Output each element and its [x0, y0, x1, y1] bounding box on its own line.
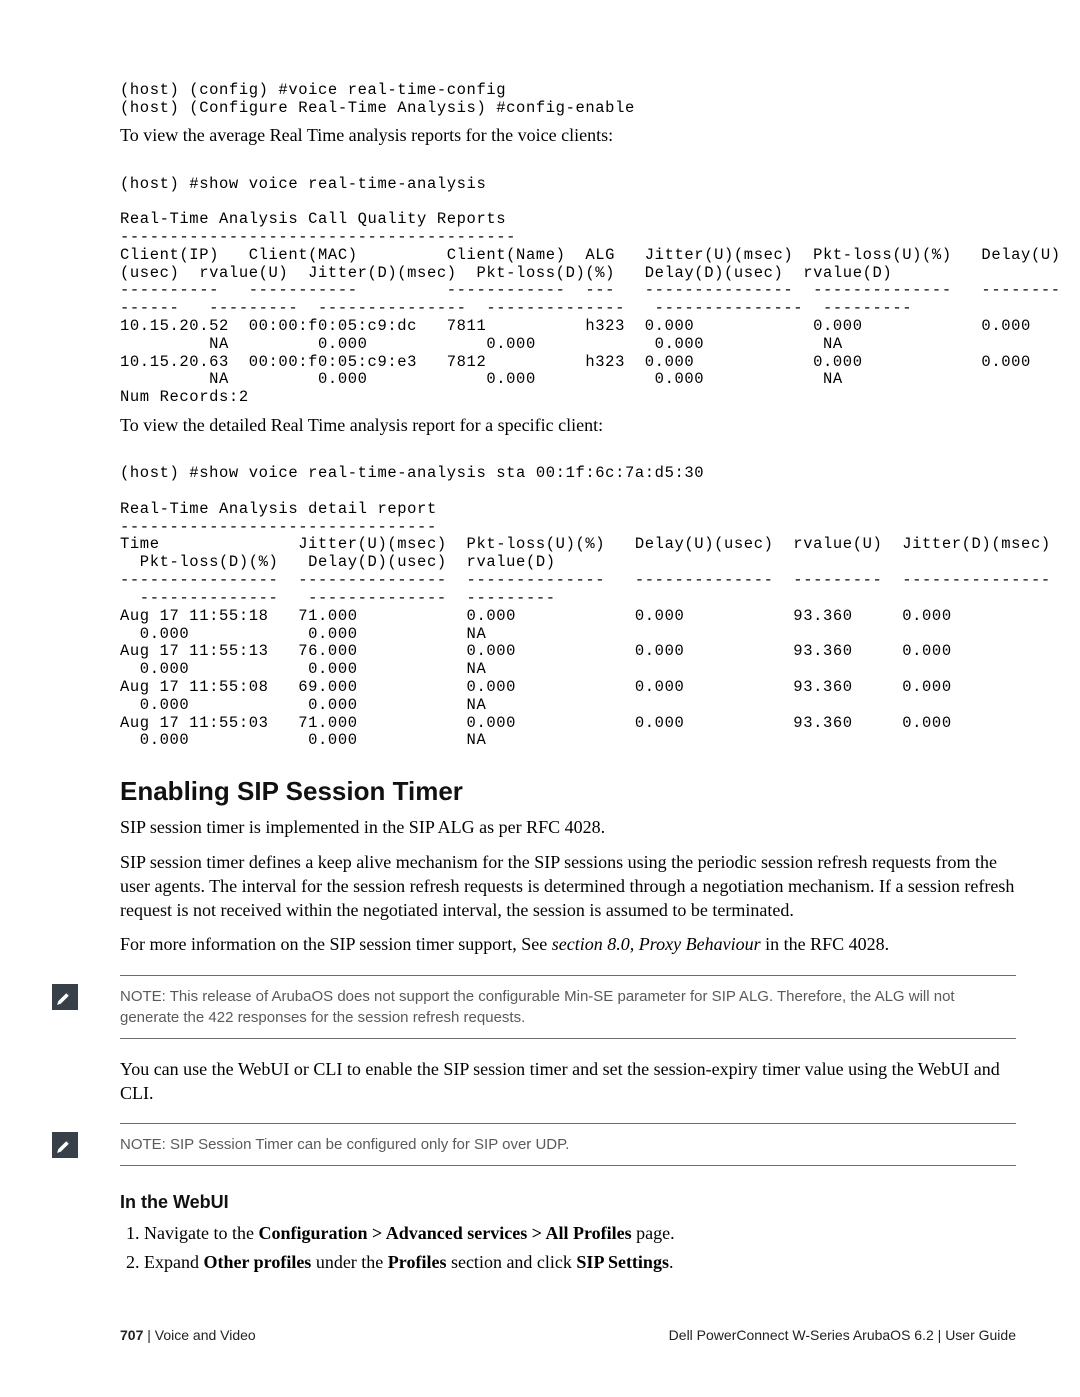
cli-line: (host) (Configure Real-Time Analysis) #c… — [120, 99, 635, 117]
text-run: . — [669, 1252, 674, 1272]
bold-text: Configuration > Advanced services > All … — [258, 1223, 631, 1243]
body-text: To view the detailed Real Time analysis … — [120, 413, 1016, 437]
cli-line: 10.15.20.63 00:00:f0:05:c9:e3 7812 h323 … — [120, 353, 1031, 371]
note-pencil-icon — [52, 984, 78, 1010]
cli-line: Aug 17 11:55:13 76.000 0.000 0.000 93.36… — [120, 642, 952, 660]
text-run: under the — [311, 1252, 387, 1272]
cli-line: 0.000 0.000 NA — [120, 731, 486, 749]
note-block: NOTE: This release of ArubaOS does not s… — [120, 975, 1016, 1039]
italic-text: section 8.0, Proxy Behaviour — [552, 934, 761, 954]
page: (host) (config) #voice real-time-config … — [0, 0, 1080, 1397]
cli-line: Client(IP) Client(MAC) Client(Name) ALG … — [120, 246, 1061, 264]
footer-right: Dell PowerConnect W-Series ArubaOS 6.2 |… — [669, 1327, 1016, 1343]
cli-line: Pkt-loss(D)(%) Delay(D)(usec) rvalue(D) — [120, 553, 556, 571]
section-heading: Enabling SIP Session Timer — [120, 776, 1016, 807]
list-item: Expand Other profiles under the Profiles… — [144, 1248, 1016, 1277]
text-run: Navigate to the — [144, 1223, 258, 1243]
product-name: Dell PowerConnect W-Series ArubaOS 6.2 — [669, 1327, 938, 1343]
note-text: NOTE: This release of ArubaOS does not s… — [120, 988, 955, 1026]
cli-line: ------ --------- --------------- -------… — [120, 299, 912, 317]
cli-line: ---------------------------------------- — [120, 228, 516, 246]
body-text: SIP session timer is implemented in the … — [120, 815, 1016, 839]
list-item: Navigate to the Configuration > Advanced… — [144, 1219, 1016, 1248]
cli-line: (host) #show voice real-time-analysis st… — [120, 464, 704, 482]
cli-line: 10.15.20.52 00:00:f0:05:c9:dc 7811 h323 … — [120, 317, 1031, 335]
cli-line: (usec) rvalue(U) Jitter(D)(msec) Pkt-los… — [120, 264, 892, 282]
cli-line: Real-Time Analysis detail report — [120, 500, 437, 518]
cli-line: Aug 17 11:55:18 71.000 0.000 0.000 93.36… — [120, 607, 952, 625]
cli-line: Num Records:2 — [120, 388, 249, 406]
cli-line: NA 0.000 0.000 0.000 NA — [120, 335, 843, 353]
cli-line: Aug 17 11:55:08 69.000 0.000 0.000 93.36… — [120, 678, 952, 696]
page-footer: 707 | Voice and Video Dell PowerConnect … — [120, 1327, 1016, 1343]
body-text: For more information on the SIP session … — [120, 932, 1016, 956]
guide-label: User Guide — [945, 1327, 1016, 1343]
cli-line: 0.000 0.000 NA — [120, 625, 486, 643]
bold-text: Other profiles — [203, 1252, 311, 1272]
page-number: 707 — [120, 1327, 143, 1343]
text-run: in the RFC 4028. — [761, 934, 890, 954]
body-text: SIP session timer defines a keep alive m… — [120, 850, 1016, 923]
cli-line: -------------------------------- — [120, 518, 437, 536]
note-text: NOTE: SIP Session Timer can be configure… — [120, 1136, 569, 1153]
cli-line: Aug 17 11:55:03 71.000 0.000 0.000 93.36… — [120, 714, 952, 732]
text-run: | — [143, 1327, 154, 1343]
bold-text: SIP Settings — [576, 1252, 669, 1272]
subsection-heading: In the WebUI — [120, 1192, 1016, 1213]
body-text: You can use the WebUI or CLI to enable t… — [120, 1057, 1016, 1106]
note-pencil-icon — [52, 1132, 78, 1158]
cli-line: 0.000 0.000 NA — [120, 660, 486, 678]
cli-line: (host) #show voice real-time-analysis — [120, 175, 486, 193]
note-block: NOTE: SIP Session Timer can be configure… — [120, 1123, 1016, 1166]
footer-left: 707 | Voice and Video — [120, 1327, 256, 1343]
bold-text: Profiles — [388, 1252, 447, 1272]
cli-block-2: (host) #show voice real-time-analysis Re… — [120, 158, 1016, 407]
text-run: page. — [632, 1223, 675, 1243]
cli-line: Time Jitter(U)(msec) Pkt-loss(U)(%) Dela… — [120, 535, 1051, 553]
steps-list: Navigate to the Configuration > Advanced… — [120, 1219, 1016, 1277]
text-run: section and click — [446, 1252, 576, 1272]
cli-line: ---------------- --------------- -------… — [120, 571, 1051, 589]
cli-block-3: (host) #show voice real-time-analysis st… — [120, 447, 1016, 750]
cli-block-1: (host) (config) #voice real-time-config … — [120, 64, 1016, 117]
chapter-name: Voice and Video — [155, 1327, 256, 1343]
text-run: For more information on the SIP session … — [120, 934, 552, 954]
cli-line: 0.000 0.000 NA — [120, 696, 486, 714]
cli-line: -------------- -------------- --------- — [120, 589, 556, 607]
cli-line: NA 0.000 0.000 0.000 NA — [120, 370, 843, 388]
text-run: Expand — [144, 1252, 203, 1272]
cli-line: ---------- ----------- ------------ --- … — [120, 281, 1061, 299]
cli-line: (host) (config) #voice real-time-config — [120, 81, 506, 99]
cli-line: Real-Time Analysis Call Quality Reports — [120, 210, 506, 228]
body-text: To view the average Real Time analysis r… — [120, 123, 1016, 147]
